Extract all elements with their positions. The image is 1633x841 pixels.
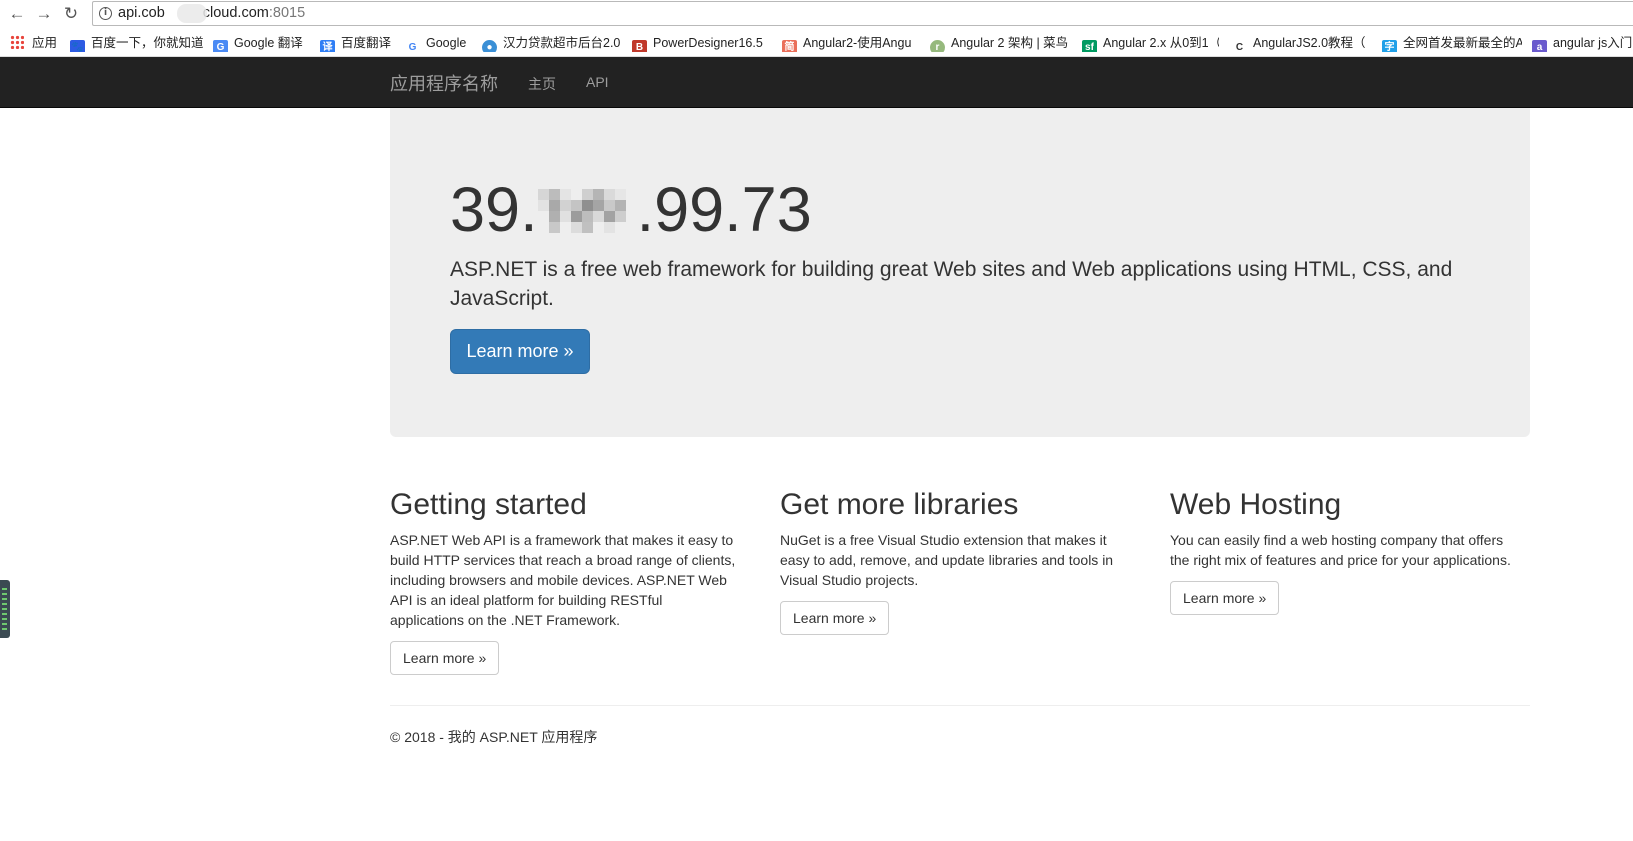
redacted-blur (177, 4, 207, 23)
google-translate-icon: G (213, 40, 228, 52)
bookmark-item[interactable]: a angular js入门 (1532, 34, 1633, 52)
browser-toolbar: ← → ↻ i api.cob cloud.com:8015 (0, 0, 1633, 28)
baidu-translate-icon: 译 (320, 40, 335, 52)
bookmark-item[interactable]: 🐾 百度一下，你就知道 (70, 34, 204, 52)
bookmark-item[interactable]: 字全网首发最新最全的A (1382, 34, 1522, 52)
column-web-hosting: Web Hosting You can easily find a web ho… (1170, 488, 1520, 615)
runoob-icon: r (930, 40, 945, 52)
bookmark-item[interactable]: G Google (405, 34, 466, 52)
apps-grid-icon (10, 35, 24, 49)
column-getting-started: Getting started ASP.NET Web API is a fra… (390, 488, 740, 675)
bookmark-purple-icon: a (1532, 40, 1547, 52)
bookmark-item[interactable]: G Google 翻译 (213, 34, 303, 52)
bookmarks-bar: 应用 🐾 百度一下，你就知道 G Google 翻译 译百度翻译 G Google ●… (0, 28, 1633, 57)
globe-icon: ● (482, 40, 497, 52)
column-heading: Web Hosting (1170, 488, 1342, 521)
bookmark-item[interactable]: C AngularJS2.0教程（ (1232, 34, 1375, 52)
title-end: .99.73 (636, 175, 812, 245)
address-bar[interactable]: i api.cob cloud.com:8015 (92, 1, 1633, 26)
reload-icon[interactable]: ↻ (60, 3, 82, 25)
navbar-brand[interactable]: 应用程序名称 (390, 70, 498, 96)
google-g-icon: G (405, 40, 420, 52)
nav-link-home[interactable]: 主页 (528, 74, 556, 94)
bookmark-item[interactable]: B PowerDesigner16.5 (632, 34, 772, 52)
footer-text: © 2018 - 我的 ASP.NET 应用程序 (390, 729, 598, 745)
learn-more-button[interactable]: Learn more » (780, 601, 890, 635)
bookmark-blue-icon: 字 (1382, 40, 1397, 52)
jumbotron-title: 39. .99.73 (450, 174, 812, 246)
csdn-c-icon: C (1232, 40, 1247, 52)
jumbotron: 39. .99.73 ASP.NET is a free web framewo… (390, 108, 1530, 437)
bookmark-item[interactable]: 应用 (10, 34, 57, 52)
column-heading: Getting started (390, 488, 587, 521)
column-text: NuGet is a free Visual Studio extension … (780, 532, 1114, 588)
bookmark-item[interactable]: sf Angular 2.x 从0到1（ (1082, 34, 1219, 52)
learn-more-button[interactable]: Learn more » (390, 641, 500, 675)
powerdesigner-icon: B (632, 40, 647, 52)
bookmark-item[interactable]: 译百度翻译 (320, 34, 391, 52)
baidu-paw-icon: 🐾 (70, 40, 85, 52)
info-icon[interactable]: i (99, 7, 112, 20)
bookmark-item[interactable]: 简 Angular2-使用Angu (782, 34, 919, 52)
column-text: You can easily find a web hosting compan… (1170, 532, 1511, 568)
bookmark-item[interactable]: ● 汉力贷款超市后台2.0 (482, 34, 622, 52)
jianshu-icon: 简 (782, 40, 797, 52)
url-text: api.cob cloud.com:8015 (118, 5, 305, 21)
jumbotron-lead: ASP.NET is a free web framework for buil… (450, 258, 1453, 310)
side-widget-handle[interactable] (0, 580, 10, 638)
column-get-more-libraries: Get more libraries NuGet is a free Visua… (780, 488, 1130, 635)
redacted-pixelation (537, 183, 637, 233)
learn-more-button-primary[interactable]: Learn more » (450, 329, 590, 374)
title-start: 39. (450, 175, 538, 245)
column-heading: Get more libraries (780, 488, 1019, 521)
segmentfault-icon: sf (1082, 40, 1097, 52)
bookmark-item[interactable]: r Angular 2 架构 | 菜鸟 (930, 34, 1070, 52)
url-host-end: cloud.com (202, 5, 269, 21)
url-host-start: api.cob (118, 5, 165, 21)
learn-more-button[interactable]: Learn more » (1170, 581, 1280, 615)
url-port: :8015 (268, 5, 306, 21)
forward-arrow-icon[interactable]: → (33, 3, 55, 25)
footer-divider (390, 705, 1530, 706)
nav-link-api[interactable]: API (586, 74, 609, 90)
back-arrow-icon[interactable]: ← (6, 3, 28, 25)
column-text: ASP.NET Web API is a framework that make… (390, 532, 736, 628)
site-navbar: 应用程序名称 主页 API (0, 57, 1633, 108)
